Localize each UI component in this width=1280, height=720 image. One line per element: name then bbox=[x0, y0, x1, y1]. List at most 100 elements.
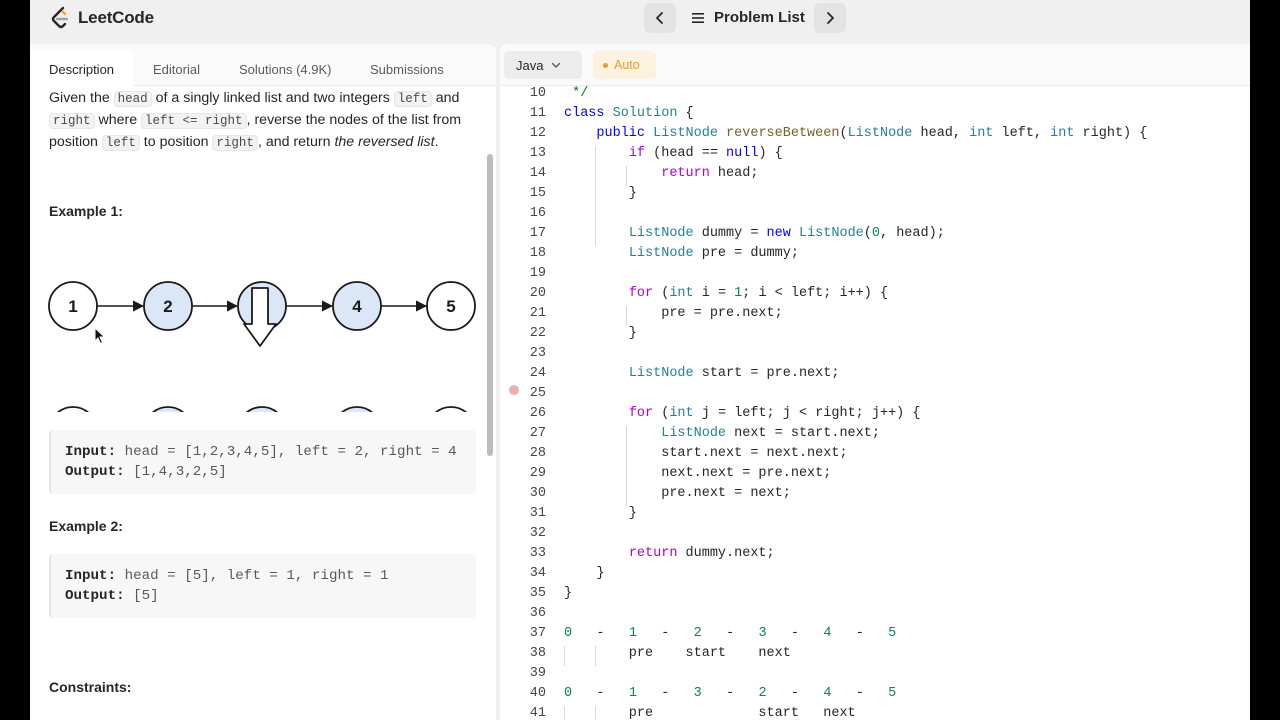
code-line[interactable]: 15 } bbox=[500, 184, 1250, 204]
code-area[interactable]: 10 */ 11 class Solution {12 public ListNod… bbox=[500, 86, 1250, 720]
code-line[interactable]: 37 0 - 1 - 2 - 3 - 4 - 5 bbox=[500, 624, 1250, 644]
line-number: 11 bbox=[529, 106, 546, 121]
code-text: 0 - 1 - 3 - 2 - 4 - 5 bbox=[564, 686, 897, 701]
line-number: 36 bbox=[529, 606, 546, 621]
tab-description[interactable]: Description bbox=[49, 62, 114, 77]
example-1-output: [1,4,3,2,5] bbox=[133, 464, 227, 480]
tab-editorial[interactable]: Editorial bbox=[153, 62, 200, 77]
code-line[interactable]: 12 public ListNode reverseBetween(ListNo… bbox=[500, 124, 1250, 144]
line-number: 39 bbox=[529, 666, 546, 681]
code-line[interactable]: 17 ListNode dummy = new ListNode(0, head… bbox=[500, 224, 1250, 244]
description-panel: Description Editorial Solutions (4.9K) S… bbox=[30, 44, 496, 720]
code-line[interactable]: 36 bbox=[500, 604, 1250, 624]
code-text: for (int i = 1; i < left; i++) { bbox=[628, 286, 889, 301]
output-label: Output: bbox=[65, 588, 125, 604]
next-problem-button[interactable] bbox=[814, 3, 846, 33]
code-line[interactable]: 16 bbox=[500, 204, 1250, 224]
example-2-box: Input: head = [5], left = 1, right = 1 O… bbox=[49, 554, 476, 618]
code-line[interactable]: 13 if (head == null) { bbox=[500, 144, 1250, 164]
input-label: Input: bbox=[65, 444, 117, 460]
code-text: pre.next = next; bbox=[564, 486, 791, 501]
inline-code-condition: left <= right bbox=[141, 113, 247, 129]
line-number: 10 bbox=[529, 86, 546, 101]
code-line[interactable]: 31 } bbox=[500, 504, 1250, 524]
line-number: 17 bbox=[529, 226, 546, 241]
line-number: 20 bbox=[529, 286, 546, 301]
line-number: 35 bbox=[529, 586, 546, 601]
problem-list-button[interactable]: Problem List bbox=[692, 9, 805, 26]
code-text: ListNode pre = dummy; bbox=[628, 246, 799, 261]
code-line[interactable]: 20 for (int i = 1; i < left; i++) { bbox=[500, 284, 1250, 304]
list-node-value: 5 bbox=[446, 297, 455, 316]
code-line[interactable]: 24 ListNode start = pre.next; bbox=[500, 364, 1250, 384]
tab-solutions[interactable]: Solutions (4.9K) bbox=[239, 62, 332, 77]
code-line[interactable]: 33 return dummy.next; bbox=[500, 544, 1250, 564]
code-text: start.next = next.next; bbox=[564, 446, 848, 461]
code-line[interactable]: 11 class Solution { bbox=[500, 104, 1250, 124]
desc-text: to position bbox=[139, 134, 213, 150]
list-node-value: 2 bbox=[163, 297, 172, 316]
code-text: ListNode dummy = new ListNode(0, head); bbox=[628, 226, 945, 241]
example-1-box: Input: head = [1,2,3,4,5], left = 2, rig… bbox=[49, 430, 476, 494]
language-label: Java bbox=[516, 57, 544, 73]
code-line[interactable]: 40 0 - 1 - 3 - 2 - 4 - 5 bbox=[500, 684, 1250, 704]
code-line[interactable]: 14 return head; bbox=[500, 164, 1250, 184]
example-2-input: head = [5], left = 1, right = 1 bbox=[124, 568, 389, 584]
code-line[interactable]: 30 pre.next = next; bbox=[500, 484, 1250, 504]
line-number: 22 bbox=[529, 326, 546, 341]
code-text: public ListNode reverseBetween(ListNode … bbox=[596, 126, 1148, 141]
code-line[interactable]: 32 bbox=[500, 524, 1250, 544]
code-text: return head; bbox=[661, 166, 759, 181]
code-line[interactable]: 18 ListNode pre = dummy; bbox=[500, 244, 1250, 264]
code-text: pre = pre.next; bbox=[564, 306, 783, 321]
chevron-right-icon bbox=[827, 12, 834, 24]
code-line[interactable]: 25 bbox=[500, 384, 1250, 404]
code-text: ListNode start = pre.next; bbox=[628, 366, 840, 381]
leetcode-logo[interactable]: LeetCode bbox=[50, 6, 154, 30]
desc-emphasis: the reversed list bbox=[334, 134, 435, 150]
tab-submissions[interactable]: Submissions bbox=[370, 62, 444, 77]
auto-dot-icon bbox=[603, 62, 608, 68]
code-text: } bbox=[564, 186, 637, 201]
prev-problem-button[interactable] bbox=[644, 3, 676, 33]
code-line[interactable]: 10 */ bbox=[500, 84, 1250, 104]
code-line[interactable]: 27 ListNode next = start.next; bbox=[500, 424, 1250, 444]
code-line[interactable]: 34 } bbox=[500, 564, 1250, 584]
description-scrollbar[interactable] bbox=[487, 154, 493, 456]
code-line[interactable]: 26 for (int j = left; j < right; j++) { bbox=[500, 404, 1250, 424]
logo-text: LeetCode bbox=[78, 8, 154, 27]
code-editor-panel: Java Auto 10 */ 11 class Solution {12 publ… bbox=[500, 44, 1250, 720]
constraints-title: Constraints: bbox=[49, 679, 132, 695]
code-line[interactable]: 28 start.next = next.next; bbox=[500, 444, 1250, 464]
line-number: 21 bbox=[529, 306, 546, 321]
code-line[interactable]: 23 bbox=[500, 344, 1250, 364]
chevron-left-icon bbox=[656, 12, 663, 24]
line-number: 23 bbox=[529, 346, 546, 361]
code-line[interactable]: 39 bbox=[500, 664, 1250, 684]
code-line[interactable]: 19 bbox=[500, 264, 1250, 284]
language-select[interactable]: Java bbox=[504, 51, 582, 79]
line-number: 29 bbox=[529, 466, 546, 481]
code-line[interactable]: 21 pre = pre.next; bbox=[500, 304, 1250, 324]
editor-toolbar: Java Auto bbox=[500, 44, 1250, 86]
line-number: 38 bbox=[529, 646, 546, 661]
leetcode-logo-icon bbox=[51, 6, 69, 29]
line-number: 16 bbox=[529, 206, 546, 221]
code-text: pre start next bbox=[564, 646, 791, 661]
example-2-output: [5] bbox=[133, 588, 159, 604]
code-line[interactable]: 38 pre start next bbox=[500, 644, 1250, 664]
list-node bbox=[434, 406, 468, 412]
list-node bbox=[340, 406, 374, 412]
line-number: 12 bbox=[529, 126, 546, 141]
code-line[interactable]: 41 pre start next bbox=[500, 704, 1250, 720]
code-line[interactable]: 35} bbox=[500, 584, 1250, 604]
code-text: 0 - 1 - 2 - 3 - 4 - 5 bbox=[564, 626, 897, 641]
code-text: } bbox=[564, 506, 637, 521]
line-number: 19 bbox=[529, 266, 546, 281]
code-line[interactable]: 29 next.next = pre.next; bbox=[500, 464, 1250, 484]
example-1-input: head = [1,2,3,4,5], left = 2, right = 4 bbox=[124, 444, 457, 460]
auto-mode-button[interactable]: Auto bbox=[593, 51, 656, 79]
code-line[interactable]: 22 } bbox=[500, 324, 1250, 344]
frame-left bbox=[0, 0, 30, 720]
line-number: 24 bbox=[529, 366, 546, 381]
